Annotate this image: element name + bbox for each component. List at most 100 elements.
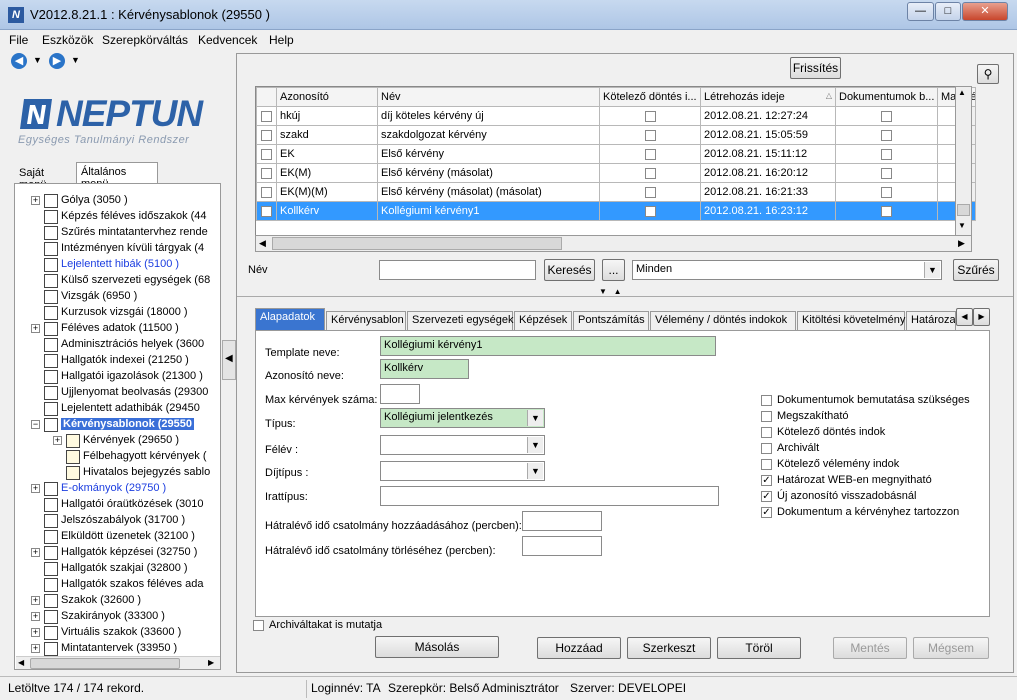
- back-icon[interactable]: ◀: [11, 53, 27, 69]
- tree-item[interactable]: Képzés féléves időszakok (44: [15, 209, 220, 225]
- tree-item[interactable]: Lejelentett adathibák (29450: [15, 401, 220, 417]
- tree-item[interactable]: + Virtuális szakok (33600 ): [15, 625, 220, 641]
- panel-splitter[interactable]: ◀: [222, 340, 236, 380]
- tree-item[interactable]: + Féléves adatok (11500 ): [15, 321, 220, 337]
- tab-org-units[interactable]: Szervezeti egységek: [407, 311, 514, 330]
- option-checkbox[interactable]: Archivált: [761, 442, 819, 454]
- document-type-field[interactable]: [380, 486, 719, 506]
- tree-item[interactable]: Ujjlenyomat beolvasás (29300: [15, 385, 220, 401]
- option-checkbox[interactable]: Megszakítható: [761, 410, 849, 422]
- tab-basic-data[interactable]: Alapadatok: [255, 308, 325, 330]
- expand-icon[interactable]: +: [31, 484, 40, 493]
- scroll-right-icon[interactable]: ▶: [958, 238, 965, 249]
- checkbox-icon[interactable]: [761, 426, 772, 438]
- maximize-button[interactable]: □: [935, 2, 961, 21]
- grid-scroll-thumb[interactable]: [957, 204, 970, 216]
- checkbox-icon[interactable]: [761, 442, 772, 454]
- tree-item[interactable]: + Hallgatók képzései (32750 ): [15, 545, 220, 561]
- copy-button[interactable]: Másolás: [375, 636, 499, 658]
- tree-item[interactable]: Külső szervezeti egységek (68: [15, 273, 220, 289]
- tab-decision[interactable]: Határoza: [906, 311, 956, 330]
- tabs-scroll-right-icon[interactable]: ▶: [973, 308, 990, 326]
- tree-hscroll-thumb[interactable]: [30, 658, 180, 669]
- checkbox-icon[interactable]: [761, 410, 772, 422]
- table-row[interactable]: EK Első kérvény 2012.08.21. 15:11:12: [256, 144, 976, 164]
- grid-col-header[interactable]: Dokumentumok b...: [835, 87, 938, 107]
- scroll-down-icon[interactable]: ▼: [958, 221, 966, 230]
- scroll-up-icon[interactable]: ▲: [958, 88, 966, 97]
- tree-item[interactable]: + Gólya (3050 ): [15, 193, 220, 209]
- expand-icon[interactable]: +: [31, 324, 40, 333]
- option-checkbox[interactable]: ✓ Új azonosító visszadobásnál: [761, 490, 916, 502]
- expand-icon[interactable]: +: [31, 596, 40, 605]
- semester-select[interactable]: ▼: [380, 435, 545, 455]
- add-button[interactable]: Hozzáad: [537, 637, 621, 659]
- tab-general-menu[interactable]: Általános menü: [76, 162, 158, 190]
- tree-item[interactable]: Hallgatók indexei (21250 ): [15, 353, 220, 369]
- tree-item[interactable]: Jelszószabályok (31700 ): [15, 513, 220, 529]
- filter-button[interactable]: Szűrés: [953, 259, 999, 281]
- tree-item[interactable]: + E-okmányok (29750 ): [15, 481, 220, 497]
- menu-help[interactable]: Help: [269, 33, 294, 47]
- refresh-button[interactable]: Frissítés: [790, 57, 841, 79]
- checkbox-icon[interactable]: [761, 458, 772, 470]
- remaining-add-field[interactable]: [522, 511, 602, 531]
- checkmark-icon[interactable]: ✓: [761, 490, 772, 502]
- tab-fill-requirements[interactable]: Kitöltési követelmény: [797, 311, 905, 330]
- tree-item[interactable]: Szűrés mintatantervhez rende: [15, 225, 220, 241]
- expand-icon[interactable]: +: [31, 612, 40, 621]
- grid-hscroll-thumb[interactable]: [272, 237, 562, 250]
- option-checkbox[interactable]: Dokumentumok bemutatása szükséges: [761, 394, 970, 406]
- tree-item[interactable]: Adminisztrációs helyek (3600: [15, 337, 220, 353]
- show-archived-checkbox[interactable]: Archiváltakat is mutatja: [253, 619, 382, 631]
- option-checkbox[interactable]: ✓ Határozat WEB-en megnyitható: [761, 474, 932, 486]
- checkbox-icon[interactable]: [261, 110, 272, 122]
- checkbox-icon[interactable]: [261, 148, 272, 160]
- tree-item[interactable]: Hallgatók szakjai (32800 ): [15, 561, 220, 577]
- template-name-field[interactable]: Kollégiumi kérvény1: [380, 336, 716, 356]
- option-checkbox[interactable]: Kötelező döntés indok: [761, 426, 885, 438]
- grid-col-header[interactable]: Kötelező döntés i...: [599, 87, 701, 107]
- fee-type-select[interactable]: ▼: [380, 461, 545, 481]
- table-row[interactable]: EK(M)(M) Első kérvény (másolat) (másolat)…: [256, 182, 976, 202]
- expand-icon[interactable]: +: [31, 548, 40, 557]
- table-row[interactable]: EK(M) Első kérvény (másolat) 2012.08.21. 1…: [256, 163, 976, 183]
- row-select-cell[interactable]: [256, 163, 277, 183]
- tree-item[interactable]: + Kérvények (29650 ): [15, 433, 220, 449]
- grid-col-header[interactable]: Név: [377, 87, 600, 107]
- scroll-right-icon[interactable]: ▶: [208, 658, 214, 667]
- pin-icon[interactable]: ⚲: [977, 64, 999, 84]
- grid-col-header[interactable]: Azonosító: [276, 87, 378, 107]
- checkbox-icon[interactable]: [261, 129, 272, 141]
- scroll-left-icon[interactable]: ◀: [259, 238, 266, 249]
- scroll-left-icon[interactable]: ◀: [18, 658, 24, 667]
- dots-button[interactable]: ...: [602, 259, 625, 281]
- delete-button[interactable]: Töröl: [717, 637, 801, 659]
- option-checkbox[interactable]: Kötelező vélemény indok: [761, 458, 899, 470]
- row-select-cell[interactable]: [256, 144, 277, 164]
- checkbox-icon[interactable]: [761, 394, 772, 406]
- filter-select[interactable]: Minden ▼: [632, 260, 942, 280]
- grid-horizontal-scrollbar[interactable]: ◀ ▶: [255, 235, 972, 252]
- tree-item[interactable]: Hallgatói óraütközések (3010: [15, 497, 220, 513]
- tree-item[interactable]: + Mintatantervek (33950 ): [15, 641, 220, 657]
- tree-item[interactable]: − Kérvénysablonok (29550: [15, 417, 220, 433]
- search-button[interactable]: Keresés: [544, 259, 595, 281]
- edit-button[interactable]: Szerkeszt: [627, 637, 711, 659]
- checkbox-icon[interactable]: [253, 619, 264, 631]
- checkmark-icon[interactable]: ✓: [761, 474, 772, 486]
- tab-trainings[interactable]: Képzések: [514, 311, 572, 330]
- tab-opinion-decision[interactable]: Vélemény / döntés indokok: [650, 311, 796, 330]
- back-dropdown-icon[interactable]: ▼: [33, 55, 42, 65]
- tabs-scroll-left-icon[interactable]: ◀: [956, 308, 973, 326]
- menu-favorites[interactable]: Kedvencek: [198, 33, 257, 47]
- minimize-button[interactable]: —: [907, 2, 934, 21]
- menu-tools[interactable]: Eszközök: [42, 33, 93, 47]
- tree-item[interactable]: Vizsgák (6950 ): [15, 289, 220, 305]
- menu-file[interactable]: File: [9, 33, 28, 47]
- type-select[interactable]: Kollégiumi jelentkezés ▼: [380, 408, 545, 428]
- collapse-left-icon[interactable]: ◀: [225, 353, 233, 364]
- row-select-cell[interactable]: [256, 125, 277, 145]
- id-name-field[interactable]: Kollkérv: [380, 359, 469, 379]
- tree-item[interactable]: Hallgatók szakos féléves ada: [15, 577, 220, 593]
